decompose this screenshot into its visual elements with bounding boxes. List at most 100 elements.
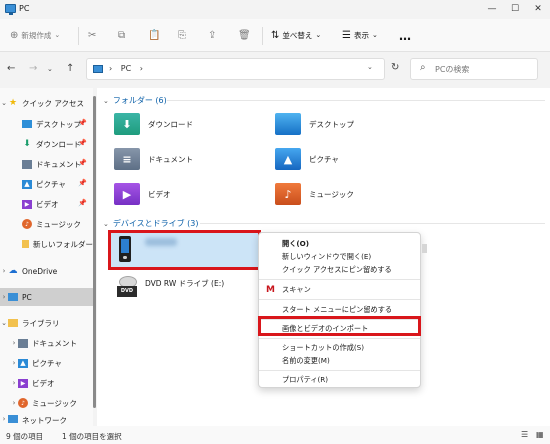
chevron-down-icon: ⌄ xyxy=(54,31,61,39)
folder-tile-music[interactable]: ♪ ミュージック xyxy=(275,183,354,205)
sidebar-item-label: ピクチャ xyxy=(32,358,62,368)
chevron-right-icon[interactable]: › xyxy=(0,415,8,423)
sidebar-item-onedrive[interactable]: › ☁ OneDrive xyxy=(0,262,93,280)
breadcrumb-separator: › xyxy=(109,64,113,73)
search-box[interactable]: ⌕ PCの検索 xyxy=(410,58,538,80)
close-button[interactable]: ✕ xyxy=(528,2,548,16)
sidebar-item-lib-videos[interactable]: › ▶ ビデオ xyxy=(0,374,93,392)
refresh-button[interactable]: ↻ xyxy=(391,62,399,73)
menu-item-scan[interactable]: M スキャン xyxy=(259,283,420,296)
command-bar: ⊕ 新規作成 ⌄ ✂ ⧉ 📋 ⎘ ⇪ 🗑 ⇅ 並べ替え ⌄ ☰ 表示 ⌄ … xyxy=(0,19,550,52)
music-icon: ♪ xyxy=(22,219,32,229)
folder-tile-downloads[interactable]: ⬇ ダウンロード xyxy=(114,113,193,135)
sidebar-item-library[interactable]: ⌄ ライブラリ xyxy=(0,314,93,332)
chevron-right-icon[interactable]: › xyxy=(0,293,8,301)
pin-icon: 📌 xyxy=(78,159,87,167)
sidebar-item-documents[interactable]: ドキュメント 📌 xyxy=(0,155,93,173)
paste-button[interactable]: 📋 xyxy=(148,19,160,52)
recent-button[interactable]: ⌄ xyxy=(47,63,53,75)
sidebar-item-pc[interactable]: › PC xyxy=(0,288,93,306)
new-button[interactable]: ⊕ 新規作成 ⌄ xyxy=(10,19,60,52)
back-button[interactable]: ← xyxy=(7,63,15,75)
folder-tile-documents[interactable]: ≡ ドキュメント xyxy=(114,148,193,170)
menu-item-create-shortcut[interactable]: ショートカットの作成(S) xyxy=(259,341,420,354)
sidebar-item-pictures[interactable]: ▲ ピクチャ 📌 xyxy=(0,175,93,193)
sidebar-item-quick-access[interactable]: ⌄ ★ クイック アクセス xyxy=(0,94,93,112)
menu-separator xyxy=(259,279,420,280)
minimize-button[interactable]: — xyxy=(482,2,502,16)
sidebar-item-videos[interactable]: ▶ ビデオ 📌 xyxy=(0,195,93,213)
music-icon: ♪ xyxy=(18,398,28,408)
sidebar-item-music[interactable]: ♪ ミュージック xyxy=(0,215,93,233)
menu-item-open[interactable]: 開く(O) xyxy=(259,237,420,250)
sidebar-item-label: ミュージック xyxy=(32,398,77,408)
chevron-down-icon[interactable]: ⌄ xyxy=(0,319,8,327)
copy-button[interactable]: ⧉ xyxy=(118,19,125,52)
chevron-right-icon[interactable]: › xyxy=(10,359,18,367)
sidebar-item-lib-documents[interactable]: › ドキュメント xyxy=(0,334,93,352)
chevron-down-icon: ⌄ xyxy=(47,65,53,73)
breadcrumb-pc[interactable]: PC xyxy=(121,64,131,73)
menu-item-open-new-window[interactable]: 新しいウィンドウで開く(E) xyxy=(259,250,420,263)
pin-icon: 📌 xyxy=(78,139,87,147)
chevron-right-icon[interactable]: › xyxy=(10,399,18,407)
sidebar-item-lib-music[interactable]: › ♪ ミュージック xyxy=(0,394,93,412)
search-input[interactable]: PCの検索 xyxy=(435,64,469,75)
dvd-drive-label[interactable]: DVD RW ドライブ (E:) xyxy=(145,278,224,289)
sidebar-item-lib-pictures[interactable]: › ▲ ピクチャ xyxy=(0,354,93,372)
plus-circle-icon: ⊕ xyxy=(10,29,19,41)
sidebar-item-downloads[interactable]: ⬇ ダウンロード 📌 xyxy=(0,135,93,153)
view-button[interactable]: ☰ 表示 ⌄ xyxy=(342,19,378,52)
chevron-down-icon[interactable]: ⌄ xyxy=(0,99,8,107)
window-title: PC xyxy=(19,4,30,13)
maximize-button[interactable]: ☐ xyxy=(505,2,525,16)
folder-tile-label: デスクトップ xyxy=(309,119,354,129)
folder-tile-videos[interactable]: ▶ ビデオ xyxy=(114,183,171,205)
context-menu: 開く(O) 新しいウィンドウで開く(E) クイック アクセスにピン留めする M … xyxy=(258,232,421,388)
sidebar-item-network[interactable]: › ネットワーク xyxy=(0,415,93,426)
forward-button[interactable]: → xyxy=(29,63,37,75)
status-bar: 9 個の項目 1 個の項目を選択 ☰ ▦ xyxy=(0,426,550,444)
sort-button-label: 並べ替え xyxy=(282,31,313,40)
chevron-right-icon[interactable]: › xyxy=(0,267,8,275)
tiles-view-icon[interactable]: ▦ xyxy=(536,430,544,439)
folder-tile-pictures[interactable]: ▲ ピクチャ xyxy=(275,148,339,170)
up-button[interactable]: ↑ xyxy=(66,63,74,75)
address-bar[interactable]: › PC › ⌄ xyxy=(86,58,385,80)
menu-item-rename[interactable]: 名前の変更(M) xyxy=(259,354,420,367)
folders-group-header[interactable]: ⌄ フォルダー (6) xyxy=(103,95,167,106)
more-button[interactable]: … xyxy=(399,19,411,52)
menu-item-pin-quick-access[interactable]: クイック アクセスにピン留めする xyxy=(259,263,420,276)
desktop-icon xyxy=(22,120,32,128)
folder-tile-label: ミュージック xyxy=(309,189,354,199)
sidebar-item-label: デスクトップ xyxy=(36,119,81,129)
dvd-drive-icon: DVD xyxy=(117,276,137,298)
cut-button[interactable]: ✂ xyxy=(88,19,96,52)
refresh-icon: ↻ xyxy=(391,62,400,73)
sort-button[interactable]: ⇅ 並べ替え ⌄ xyxy=(271,19,321,52)
drives-group-header[interactable]: ⌄ デバイスとドライブ (3) xyxy=(103,218,199,229)
video-icon: ▶ xyxy=(18,378,28,388)
view-button-label: 表示 xyxy=(353,31,369,40)
selection-count: 1 個の項目を選択 xyxy=(62,432,122,441)
scissors-icon: ✂ xyxy=(88,29,97,41)
sort-icon: ⇅ xyxy=(271,29,280,41)
folder-tile-desktop[interactable]: デスクトップ xyxy=(275,113,354,135)
rename-button[interactable]: ⎘ xyxy=(178,19,186,52)
chevron-right-icon[interactable]: › xyxy=(10,379,18,387)
menu-item-pin-start[interactable]: スタート メニューにピン留めする xyxy=(259,303,420,316)
content-scrollbar[interactable] xyxy=(422,244,427,253)
breadcrumb[interactable]: › PC › xyxy=(109,64,143,73)
sidebar-item-desktop[interactable]: デスクトップ 📌 xyxy=(0,115,93,133)
delete-button[interactable]: 🗑 xyxy=(238,19,251,52)
sidebar-scrollbar[interactable] xyxy=(93,96,96,408)
search-icon: ⌕ xyxy=(420,62,426,73)
chevron-right-icon[interactable]: › xyxy=(10,339,18,347)
sidebar-item-new-folder[interactable]: 新しいフォルダー xyxy=(0,235,93,253)
chevron-down-icon[interactable]: ⌄ xyxy=(367,63,373,71)
menu-item-properties[interactable]: プロパティ(R) xyxy=(259,373,420,386)
share-button[interactable]: ⇪ xyxy=(208,19,216,52)
details-view-icon[interactable]: ☰ xyxy=(521,430,528,439)
menu-separator xyxy=(259,338,420,339)
sidebar-item-label: ドキュメント xyxy=(36,159,81,169)
